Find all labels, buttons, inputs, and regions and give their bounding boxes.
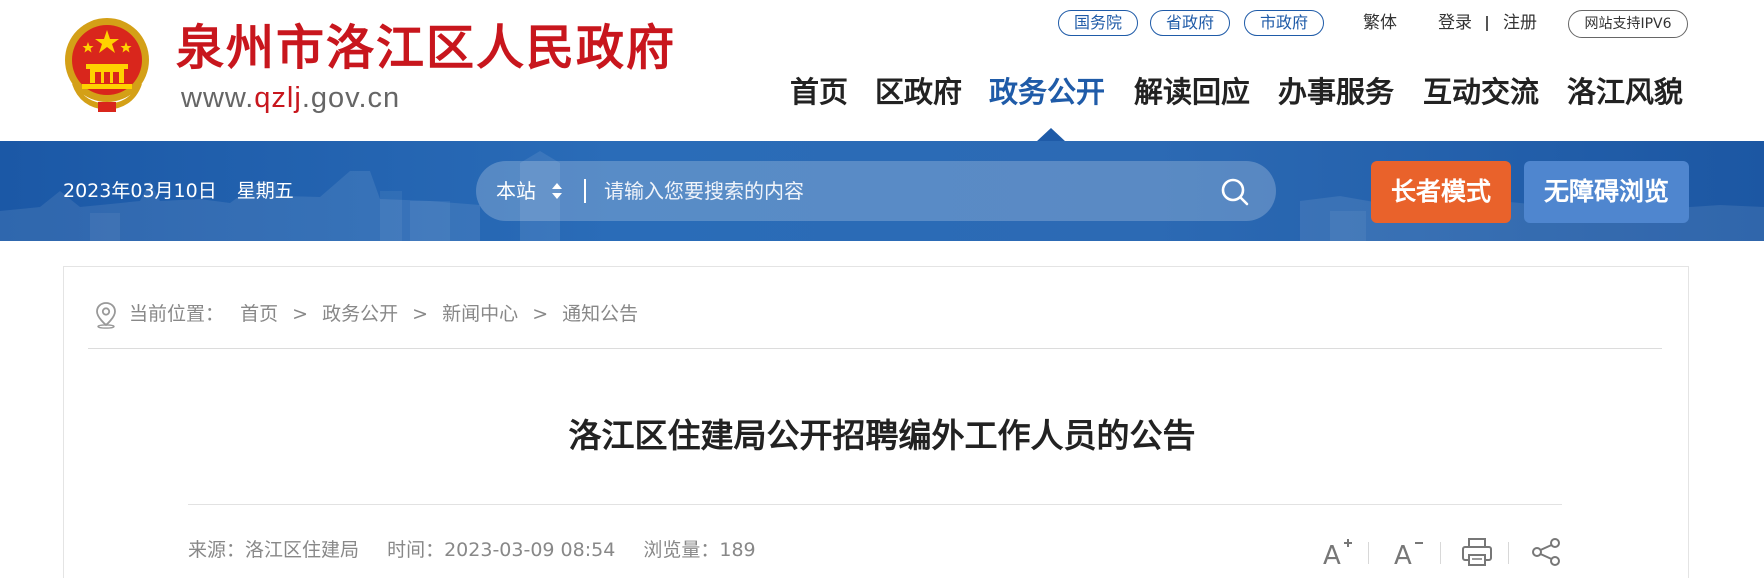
breadcrumb-separator: > bbox=[532, 303, 549, 325]
search-input[interactable] bbox=[604, 171, 1204, 211]
nav-services[interactable]: 办事服务 bbox=[1278, 72, 1394, 112]
link-shizhengfu[interactable]: 市政府 bbox=[1244, 10, 1324, 36]
font-increase-icon[interactable]: A bbox=[1319, 534, 1355, 570]
search-scope-select[interactable]: 本站 bbox=[496, 179, 536, 203]
breadcrumb-divider bbox=[88, 348, 1662, 349]
active-nav-caret bbox=[1036, 128, 1066, 142]
current-date: 2023年03月10日 星期五 bbox=[63, 179, 294, 203]
top-links-bar: 国务院 省政府 市政府 繁体 登录 注册 网站支持IPV6 bbox=[0, 10, 1764, 38]
breadcrumb-government-affairs[interactable]: 政务公开 bbox=[322, 301, 398, 327]
breadcrumb-home[interactable]: 首页 bbox=[240, 301, 278, 327]
breadcrumb-separator: > bbox=[292, 303, 309, 325]
svg-text:A: A bbox=[1394, 541, 1412, 570]
link-login[interactable]: 登录 bbox=[1438, 12, 1472, 34]
main-nav: 首页 区政府 政务公开 解读回应 办事服务 互动交流 洛江风貌 bbox=[0, 72, 1764, 116]
article-title: 洛江区住建局公开招聘编外工作人员的公告 bbox=[568, 416, 1196, 455]
tool-divider bbox=[1508, 542, 1509, 564]
nav-government-affairs[interactable]: 政务公开 bbox=[989, 72, 1105, 112]
search-divider bbox=[584, 179, 586, 203]
breadcrumb-news-center[interactable]: 新闻中心 bbox=[442, 301, 518, 327]
tool-divider bbox=[1368, 542, 1369, 564]
site-header: 泉州市洛江区人民政府 www.qzlj.gov.cn 国务院 省政府 市政府 繁… bbox=[0, 0, 1764, 141]
link-shengzhengfu[interactable]: 省政府 bbox=[1150, 10, 1230, 36]
breadcrumb-separator: > bbox=[412, 303, 429, 325]
elder-mode-button[interactable]: 长者模式 bbox=[1371, 161, 1511, 223]
nav-district-government[interactable]: 区政府 bbox=[875, 72, 962, 112]
date-text: 2023年03月10日 bbox=[63, 180, 217, 202]
link-register[interactable]: 注册 bbox=[1503, 12, 1537, 34]
weekday-text: 星期五 bbox=[236, 180, 294, 202]
breadcrumb-notices[interactable]: 通知公告 bbox=[562, 301, 638, 327]
search-icon[interactable] bbox=[1220, 177, 1250, 207]
breadcrumb-label: 当前位置： bbox=[129, 303, 225, 325]
nav-interpretation[interactable]: 解读回应 bbox=[1134, 72, 1250, 112]
nav-home[interactable]: 首页 bbox=[790, 72, 848, 112]
title-divider bbox=[188, 504, 1562, 505]
svg-text:A: A bbox=[1323, 541, 1341, 570]
print-icon[interactable] bbox=[1459, 534, 1495, 570]
link-guowuyuan[interactable]: 国务院 bbox=[1058, 10, 1138, 36]
tool-divider bbox=[1440, 542, 1441, 564]
sort-arrows-icon[interactable] bbox=[551, 181, 563, 201]
login-register-divider bbox=[1486, 16, 1488, 31]
link-traditional-chinese[interactable]: 繁体 bbox=[1363, 12, 1397, 34]
search-banner: 2023年03月10日星期五 本站 长者模式 无障碍浏览 bbox=[0, 141, 1764, 241]
accessible-browsing-button[interactable]: 无障碍浏览 bbox=[1524, 161, 1689, 223]
location-pin-icon bbox=[96, 302, 116, 329]
nav-interaction[interactable]: 互动交流 bbox=[1423, 72, 1539, 112]
nav-luojiang-scenery[interactable]: 洛江风貌 bbox=[1567, 72, 1683, 112]
breadcrumb: 当前位置： 首页 > 政务公开 > 新闻中心 > 通知公告 bbox=[129, 301, 638, 327]
font-decrease-icon[interactable]: A bbox=[1390, 534, 1426, 570]
ipv6-badge: 网站支持IPV6 bbox=[1568, 10, 1688, 38]
share-icon[interactable] bbox=[1528, 534, 1564, 570]
article-tools: A A bbox=[0, 534, 1764, 570]
